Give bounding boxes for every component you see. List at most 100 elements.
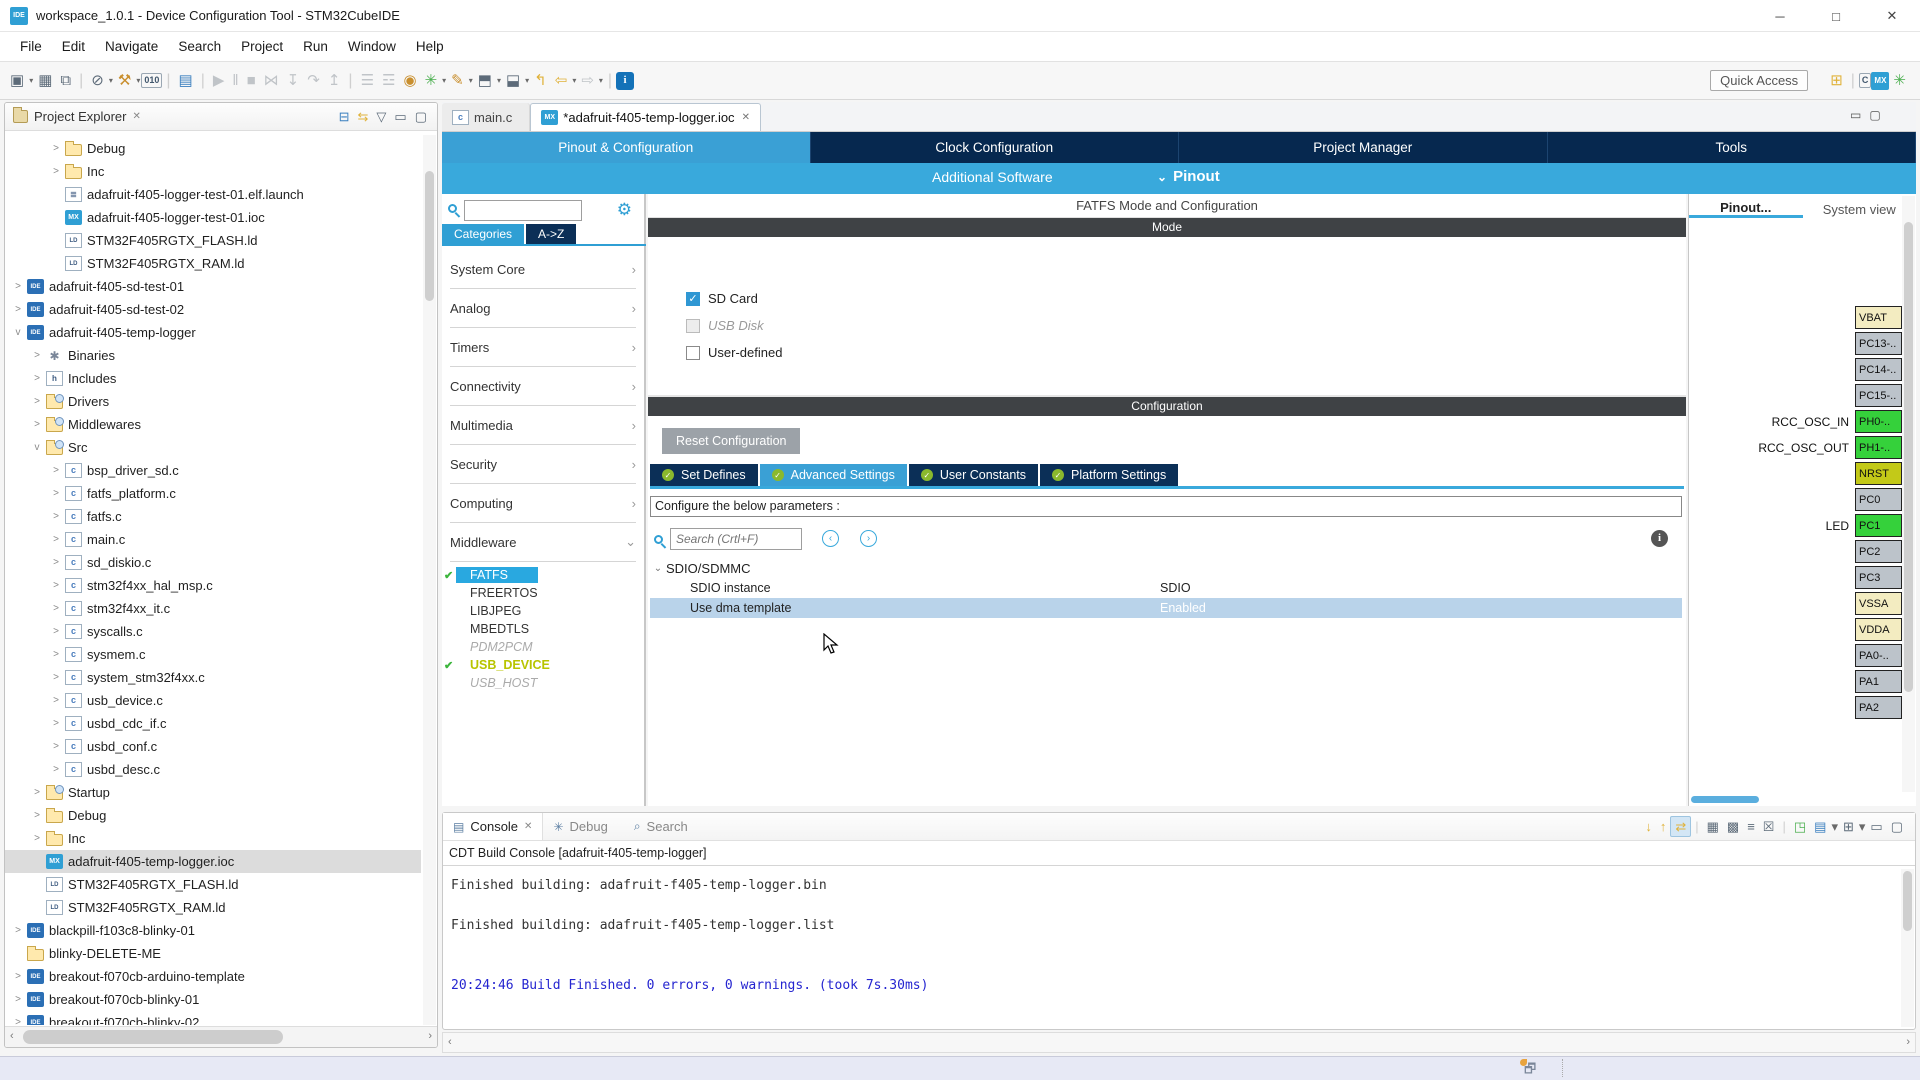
tree-item[interactable]: > IDE adafruit-f405-sd-test-02	[5, 298, 421, 321]
expand-arrow-icon[interactable]: >	[49, 143, 63, 154]
tree-item[interactable]: MX adafruit-f405-temp-logger.ioc	[5, 850, 421, 873]
new-wizard-icon[interactable]: ▣	[6, 70, 28, 91]
info-icon[interactable]: i	[1651, 530, 1668, 547]
category-group[interactable]: Middleware ⌄	[450, 523, 636, 562]
terminate-icon[interactable]: ■	[243, 70, 260, 91]
minimize-icon[interactable]: ▭	[390, 107, 410, 126]
forward-icon[interactable]: ⇨	[577, 70, 598, 91]
pin[interactable]: PH0-..	[1855, 410, 1902, 433]
expand-arrow-icon[interactable]: >	[49, 465, 63, 476]
pin[interactable]: PC15-..	[1855, 384, 1902, 407]
separator[interactable]: |	[604, 73, 616, 89]
tree-item[interactable]: MX adafruit-f405-logger-test-01.ioc	[5, 206, 421, 229]
tree-item[interactable]: > c main.c	[5, 528, 421, 551]
ioc-config-tab[interactable]: Project Manager	[1179, 132, 1548, 163]
save-all-icon[interactable]: ⧉	[56, 70, 75, 91]
ioc-config-tab[interactable]: Tools	[1548, 132, 1917, 163]
scroll-down-icon[interactable]: ↓	[1641, 817, 1656, 836]
configuration-subtab[interactable]: User Constants	[909, 464, 1038, 486]
next-result-button[interactable]: ›	[860, 530, 877, 547]
explorer-vertical-scrollbar[interactable]	[423, 135, 436, 1025]
expand-arrow-icon[interactable]: >	[11, 994, 25, 1005]
pin-console-icon[interactable]: ◳	[1790, 817, 1810, 836]
categories-search-input[interactable]	[464, 200, 582, 221]
expand-arrow-icon[interactable]: >	[49, 511, 63, 522]
debug-perspective-icon[interactable]: ✳	[1889, 70, 1910, 91]
show-console-on-error-icon[interactable]: ▩	[1723, 817, 1743, 836]
ioc-config-tab[interactable]: Clock Configuration	[811, 132, 1180, 163]
middleware-item[interactable]: FREERTOS	[442, 584, 644, 602]
menu-item[interactable]: Run	[293, 35, 338, 58]
expand-arrow-icon[interactable]: >	[30, 396, 44, 407]
tree-item[interactable]: > c usb_device.c	[5, 689, 421, 712]
menu-item[interactable]: Edit	[52, 35, 95, 58]
step-return-icon[interactable]: ↥	[324, 70, 345, 91]
mode-option[interactable]: User-defined	[686, 345, 782, 360]
category-group[interactable]: System Core ›	[450, 250, 636, 289]
hide-frames-icon[interactable]: ☲	[378, 70, 399, 91]
pin[interactable]: PC13-..	[1855, 332, 1902, 355]
back-icon[interactable]: ⇦	[551, 70, 572, 91]
profile-icon[interactable]: ⬒	[474, 70, 496, 91]
tree-item[interactable]: > c bsp_driver_sd.c	[5, 459, 421, 482]
tree-item[interactable]: > IDE adafruit-f405-sd-test-01	[5, 275, 421, 298]
tree-item[interactable]: > Inc	[5, 160, 421, 183]
pinout-view-tab[interactable]: Pinout...	[1689, 196, 1803, 218]
pinout-view-tab[interactable]: System view	[1803, 198, 1917, 217]
console-vertical-scrollbar[interactable]	[1901, 869, 1914, 1027]
ioc-config-tab[interactable]: Pinout & Configuration	[442, 132, 811, 163]
checkbox[interactable]	[686, 319, 700, 333]
menu-item[interactable]: Help	[406, 35, 454, 58]
console-output[interactable]: Finished building: adafruit-f405-temp-lo…	[443, 866, 1915, 1010]
quick-access-button[interactable]: Quick Access	[1710, 70, 1808, 91]
menu-item[interactable]: Navigate	[95, 35, 168, 58]
configuration-subtab[interactable]: Set Defines	[650, 464, 758, 486]
close-view-icon[interactable]: ✕	[132, 111, 140, 122]
maximize-button[interactable]: □	[1808, 0, 1864, 32]
status-tray-icon[interactable]: 🗗	[1524, 1060, 1536, 1080]
console-view-tab[interactable]: ✳ Debug	[543, 813, 623, 840]
pin[interactable]: PC1	[1855, 514, 1902, 537]
middleware-item[interactable]: PDM2PCM	[442, 638, 644, 656]
close-tab-icon[interactable]: ✕	[524, 821, 532, 832]
editor-tab[interactable]: MX *adafruit-f405-temp-logger.ioc ✕	[530, 103, 761, 131]
c-perspective-icon[interactable]: C	[1859, 73, 1872, 88]
minimize-button[interactable]: ─	[1752, 0, 1808, 32]
tree-item[interactable]: > IDE breakout-f070cb-blinky-01	[5, 988, 421, 1011]
tree-item[interactable]: LD STM32F405RGTX_FLASH.ld	[5, 873, 421, 896]
tree-item[interactable]: > c usbd_cdc_if.c	[5, 712, 421, 735]
menu-item[interactable]: Window	[338, 35, 406, 58]
expand-arrow-icon[interactable]: >	[11, 925, 25, 936]
step-over-icon[interactable]: ↷	[303, 70, 324, 91]
category-group[interactable]: Computing ›	[450, 484, 636, 523]
middleware-item[interactable]: MBEDTLS	[442, 620, 644, 638]
pinout-horizontal-scrollbar[interactable]	[1691, 796, 1759, 803]
tree-item[interactable]: LD STM32F405RGTX_RAM.ld	[5, 896, 421, 919]
console-view-tab[interactable]: ⌕ Search	[624, 813, 704, 840]
close-button[interactable]: ✕	[1864, 0, 1920, 32]
project-explorer-title[interactable]: Project Explorer	[34, 109, 126, 124]
tab-categories[interactable]: Categories	[442, 224, 524, 244]
expand-arrow-icon[interactable]: >	[49, 672, 63, 683]
last-edit-location-icon[interactable]: ↰	[530, 70, 551, 91]
tree-item[interactable]: v IDE adafruit-f405-temp-logger	[5, 321, 421, 344]
tree-item[interactable]: LD STM32F405RGTX_RAM.ld	[5, 252, 421, 275]
pin[interactable]: PA0-..	[1855, 644, 1902, 667]
pin[interactable]: PH1-..	[1855, 436, 1902, 459]
tree-item[interactable]: > c stm32f4xx_it.c	[5, 597, 421, 620]
expand-arrow-icon[interactable]: >	[49, 488, 63, 499]
pin[interactable]: PC3	[1855, 566, 1902, 589]
middleware-item[interactable]: ✔ USB_DEVICE	[442, 656, 644, 674]
separator[interactable]: |	[1778, 820, 1789, 833]
tree-item[interactable]: > Startup	[5, 781, 421, 804]
tree-item[interactable]: > IDE breakout-f070cb-arduino-template	[5, 965, 421, 988]
tree-item[interactable]: > c sysmem.c	[5, 643, 421, 666]
tree-item[interactable]: > c usbd_desc.c	[5, 758, 421, 781]
pin[interactable]: PC2	[1855, 540, 1902, 563]
expand-arrow-icon[interactable]: >	[49, 649, 63, 660]
pin[interactable]: PC0	[1855, 488, 1902, 511]
separator[interactable]: |	[1847, 73, 1859, 89]
menu-item[interactable]: File	[10, 35, 52, 58]
separator[interactable]: |	[162, 73, 174, 89]
device-config-icon[interactable]: ▤	[175, 70, 197, 91]
